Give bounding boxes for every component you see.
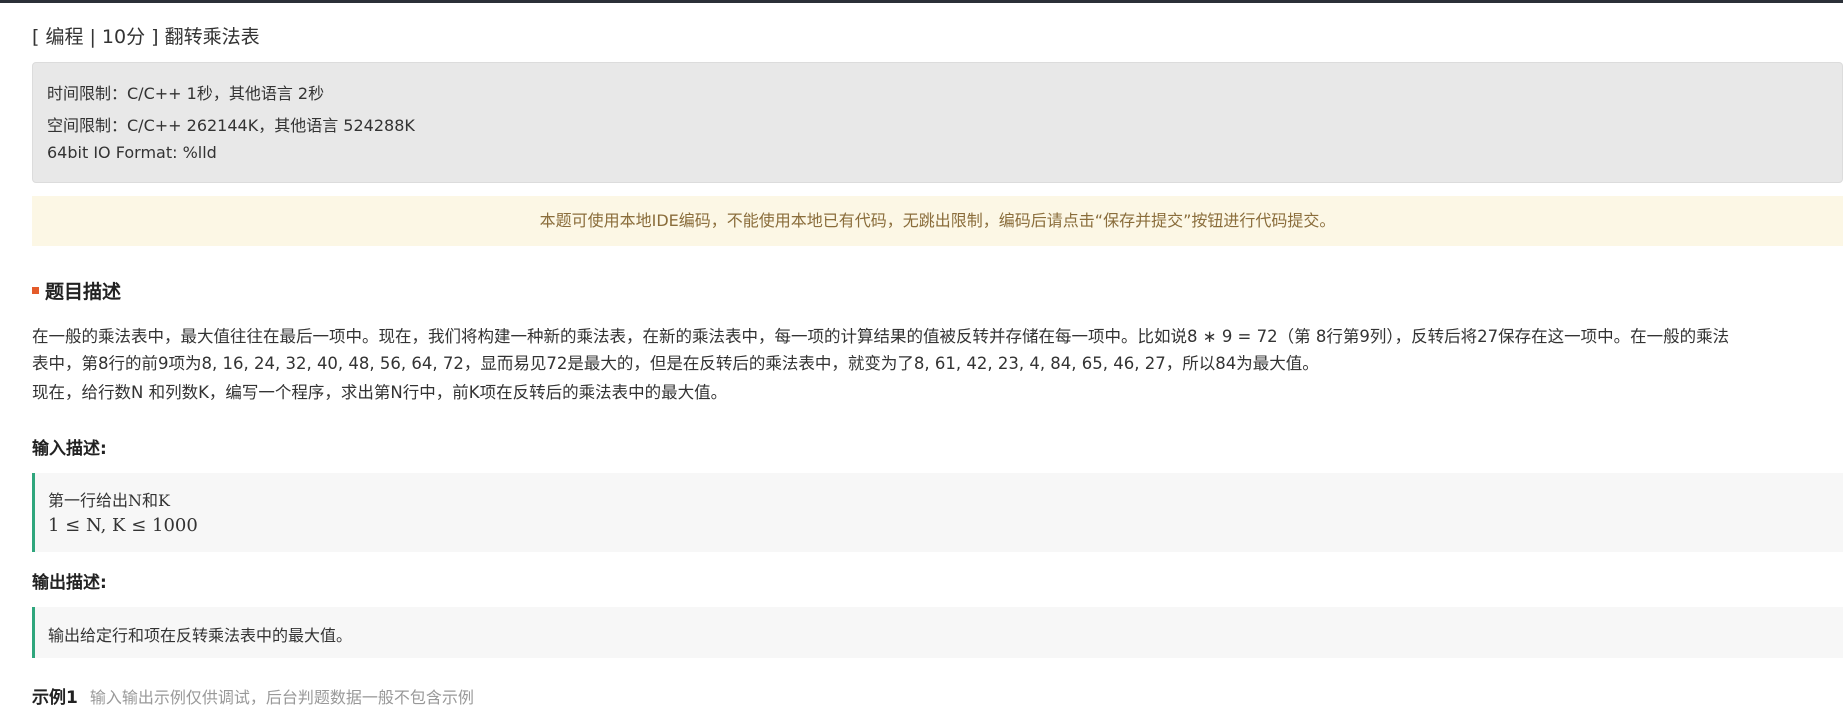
example-note: 输入输出示例仅供调试，后台判题数据一般不包含示例 (89, 688, 474, 707)
input-heading: 输入描述: (32, 439, 107, 459)
example-header: 示例1 输入输出示例仅供调试，后台判题数据一般不包含示例 (32, 683, 474, 708)
description-line-1: 在一般的乘法表中，最大值往往在最后一项中。现在，我们将构建一种新的乘法表，在新的… (32, 327, 1730, 346)
heading-marker-icon (32, 287, 39, 294)
description-line-2: 表中，第8行的前9项为8, 16, 24, 32, 40, 48, 56, 64… (32, 354, 1319, 373)
output-line-1: 输出给定行和项在反转乘法表中的最大值。 (48, 626, 353, 645)
io-format: 64bit IO Format: %lld (47, 143, 217, 162)
limits-box: 时间限制：C/C++ 1秒，其他语言 2秒 空间限制：C/C++ 262144K… (32, 62, 1843, 183)
top-border (0, 0, 1843, 3)
description-line-3: 现在，给行数N 和列数K，编写一个程序，求出第N行中，前K项在反转后的乘法表中的… (32, 383, 728, 402)
ide-notice: 本题可使用本地IDE编码，不能使用本地已有代码，无跳出限制，编码后请点击“保存并… (32, 196, 1843, 246)
input-line-2: 1 ≤ N, K ≤ 1000 (48, 515, 198, 536)
input-description-block: 第一行给出N和K 1 ≤ N, K ≤ 1000 (32, 473, 1843, 552)
description-heading: 题目描述 (32, 277, 121, 304)
problem-title: [ 编程 | 10分 ] 翻转乘法表 (32, 26, 260, 48)
output-heading: 输出描述: (32, 573, 107, 593)
time-limit: 时间限制：C/C++ 1秒，其他语言 2秒 (47, 84, 325, 103)
output-description-block: 输出给定行和项在反转乘法表中的最大值。 (32, 607, 1843, 658)
example-label: 示例1 (32, 688, 78, 708)
description-heading-text: 题目描述 (45, 281, 122, 303)
input-line-1: 第一行给出N和K (48, 491, 170, 510)
space-limit: 空间限制：C/C++ 262144K，其他语言 524288K (47, 116, 415, 135)
